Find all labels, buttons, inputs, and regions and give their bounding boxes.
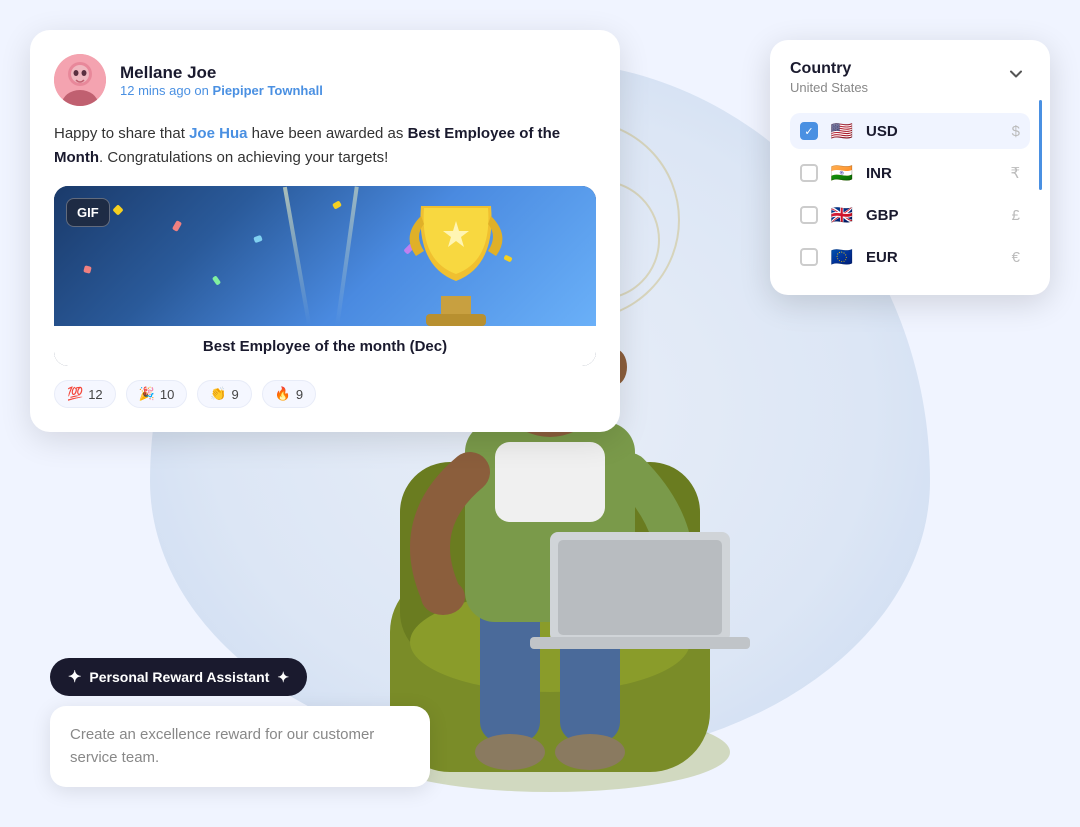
social-post-card: Mellane Joe 12 mins ago on Piepiper Town… bbox=[30, 30, 620, 432]
assistant-label: Personal Reward Assistant bbox=[89, 669, 269, 685]
currency-item-usd[interactable]: ✓ 🇺🇸 USD $ bbox=[790, 113, 1030, 149]
assistant-placeholder: Create an excellence reward for our cust… bbox=[70, 726, 374, 766]
post-body: Happy to share that Joe Hua have been aw… bbox=[54, 122, 596, 170]
confetti-3 bbox=[253, 235, 263, 243]
currency-list: ✓ 🇺🇸 USD $ 🇮🇳 INR ₹ 🇬🇧 GBP £ bbox=[790, 113, 1030, 275]
reactions-bar: 💯 12 🎉 10 👏 9 🔥 9 bbox=[54, 380, 596, 408]
flag-in: 🇮🇳 bbox=[828, 163, 856, 183]
currency-symbol-usd: $ bbox=[1012, 123, 1020, 140]
trophy-media-card: GIF Best Employee of the month (Dec) bbox=[54, 186, 596, 366]
post-author: Mellane Joe bbox=[120, 63, 323, 83]
selected-country: United States bbox=[790, 80, 868, 95]
currency-dropdown-card: Country United States ✓ 🇺🇸 USD $ bbox=[770, 40, 1050, 295]
currency-code-usd: USD bbox=[866, 123, 1002, 140]
light-beam-1 bbox=[283, 187, 311, 326]
currency-item-gbp[interactable]: 🇬🇧 GBP £ bbox=[790, 197, 1030, 233]
currency-checkbox-gbp[interactable] bbox=[800, 206, 818, 224]
confetti-1 bbox=[112, 204, 123, 215]
trophy-caption: Best Employee of the month (Dec) bbox=[54, 326, 596, 366]
trophy-svg bbox=[396, 186, 516, 326]
currency-item-inr[interactable]: 🇮🇳 INR ₹ bbox=[790, 155, 1030, 191]
confetti-6 bbox=[83, 265, 92, 274]
currency-code-gbp: GBP bbox=[866, 207, 1002, 224]
confetti-7 bbox=[212, 275, 221, 285]
currency-symbol-eur: € bbox=[1012, 249, 1020, 266]
confetti-4 bbox=[332, 200, 342, 209]
currency-checkbox-eur[interactable] bbox=[800, 248, 818, 266]
reaction-3[interactable]: 👏 9 bbox=[197, 380, 251, 408]
sparkle-icon-2: ✦ bbox=[277, 669, 289, 686]
scrollbar-accent bbox=[1039, 100, 1042, 190]
currency-header: Country United States bbox=[790, 60, 1030, 95]
country-label: Country bbox=[790, 60, 868, 78]
currency-checkbox-inr[interactable] bbox=[800, 164, 818, 182]
post-header: Mellane Joe 12 mins ago on Piepiper Town… bbox=[54, 54, 596, 106]
currency-code-inr: INR bbox=[866, 165, 1000, 182]
gif-badge: GIF bbox=[66, 198, 110, 227]
assistant-badge: ✦ Personal Reward Assistant ✦ bbox=[50, 658, 307, 696]
sparkle-icon: ✦ bbox=[68, 667, 81, 687]
currency-symbol-gbp: £ bbox=[1012, 207, 1020, 224]
avatar bbox=[54, 54, 106, 106]
currency-code-eur: EUR bbox=[866, 249, 1002, 266]
currency-item-eur[interactable]: 🇪🇺 EUR € bbox=[790, 239, 1030, 275]
currency-checkbox-usd[interactable]: ✓ bbox=[800, 122, 818, 140]
chevron-down-icon[interactable] bbox=[1002, 60, 1030, 88]
trophy-scene bbox=[54, 186, 596, 326]
confetti-2 bbox=[172, 220, 182, 232]
scene: Mellane Joe 12 mins ago on Piepiper Town… bbox=[0, 0, 1080, 822]
assistant-card: ✦ Personal Reward Assistant ✦ Create an … bbox=[50, 658, 430, 787]
currency-symbol-inr: ₹ bbox=[1010, 164, 1020, 182]
assistant-input-display[interactable]: Create an excellence reward for our cust… bbox=[50, 706, 430, 787]
flag-us: 🇺🇸 bbox=[828, 121, 856, 141]
flag-eu: 🇪🇺 bbox=[828, 247, 856, 267]
post-time: 12 mins ago on Piepiper Townhall bbox=[120, 83, 323, 98]
reaction-2[interactable]: 🎉 10 bbox=[126, 380, 188, 408]
flag-gb: 🇬🇧 bbox=[828, 205, 856, 225]
reaction-1[interactable]: 💯 12 bbox=[54, 380, 116, 408]
post-meta: Mellane Joe 12 mins ago on Piepiper Town… bbox=[120, 63, 323, 98]
reaction-4[interactable]: 🔥 9 bbox=[262, 380, 316, 408]
